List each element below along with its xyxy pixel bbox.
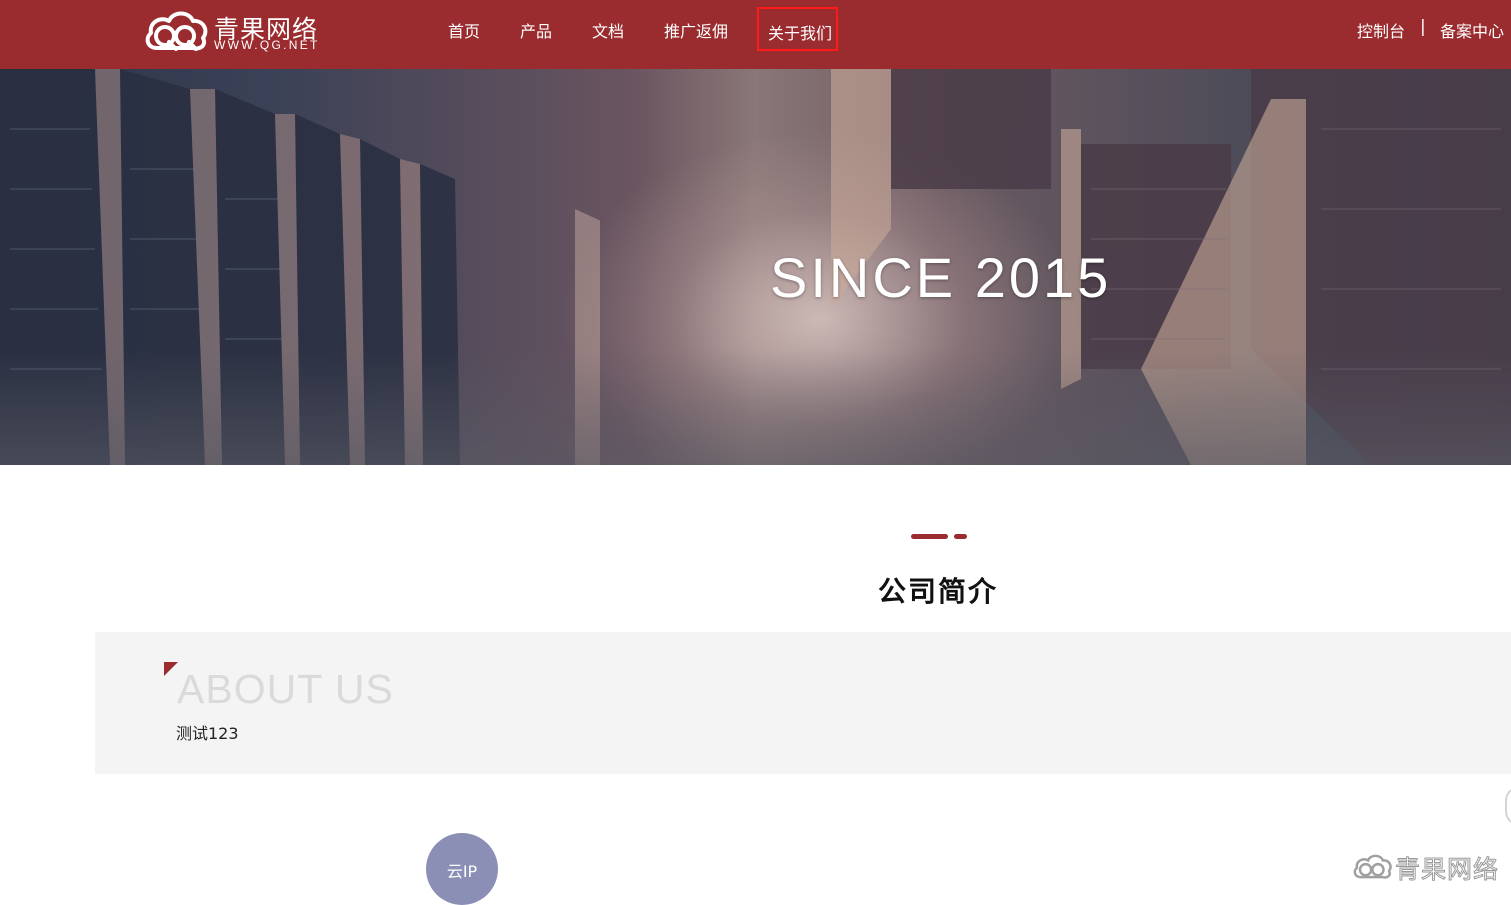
nav-products[interactable]: 产品 xyxy=(520,18,552,42)
title-decoration-short xyxy=(954,534,967,539)
banner-headline: SINCE 2015 xyxy=(770,246,1112,309)
about-us-heading: ABOUT US xyxy=(177,666,394,712)
nav-home[interactable]: 首页 xyxy=(448,18,480,42)
about-us-content: 测试123 xyxy=(176,724,239,743)
section-title: 公司简介 xyxy=(878,575,999,608)
nav-docs[interactable]: 文档 xyxy=(592,18,624,42)
title-decoration-long xyxy=(911,534,948,539)
watermark-logo-icon xyxy=(1353,854,1392,879)
brand-watermark: 青果网络 xyxy=(1352,848,1511,885)
nav-referral[interactable]: 推广返佣 xyxy=(664,18,728,42)
console-link[interactable]: 控制台 xyxy=(1357,18,1405,42)
side-float-button[interactable] xyxy=(1505,786,1511,826)
header-separator: | xyxy=(1420,17,1426,37)
cloud-ip-badge[interactable]: 云IP xyxy=(426,833,498,905)
hero-banner: SINCE 2015 xyxy=(0,69,1511,465)
nav-about-us[interactable]: 关于我们 xyxy=(757,7,839,51)
cloud-logo-icon xyxy=(145,11,208,51)
site-logo[interactable]: 青果网络 WWW.QG.NET xyxy=(143,6,343,56)
logo-name-en: WWW.QG.NET xyxy=(214,38,320,52)
about-us-panel: ABOUT US 测试123 xyxy=(95,632,1511,774)
banner-floor-shade xyxy=(0,349,1511,465)
top-header: 青果网络 WWW.QG.NET 首页 产品 文档 推广返佣 关于我们 控制台 |… xyxy=(0,0,1511,69)
corner-triangle-icon xyxy=(164,662,178,676)
filing-center-link[interactable]: 备案中心 xyxy=(1440,18,1504,42)
